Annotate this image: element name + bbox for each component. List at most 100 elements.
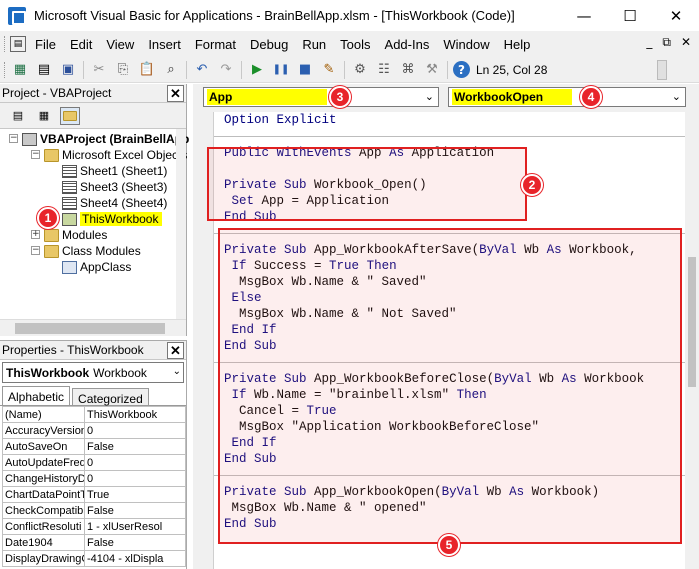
- property-row[interactable]: AccuracyVersion 0: [2, 422, 186, 439]
- save-icon[interactable]: ▣: [58, 60, 78, 80]
- redo-icon[interactable]: ↷: [216, 60, 236, 80]
- project-horizontal-scrollbar[interactable]: [0, 319, 186, 336]
- child-window-controls: _ ⧉ ✕: [646, 35, 699, 50]
- insert-module-icon[interactable]: ▤: [34, 60, 54, 80]
- property-value[interactable]: False: [84, 438, 186, 455]
- menu-bar: ▤ File Edit View Insert Format Debug Run…: [0, 31, 699, 57]
- properties-window-icon[interactable]: ☷: [374, 60, 394, 80]
- help-icon[interactable]: ?: [453, 61, 470, 78]
- property-row[interactable]: DisplayDrawingC -4104 - xlDispla: [2, 550, 186, 567]
- property-value[interactable]: 0: [84, 470, 186, 487]
- toolbar-separator: [83, 60, 84, 79]
- toolbar-options-icon[interactable]: [657, 60, 667, 80]
- menu-tools[interactable]: Tools: [333, 37, 377, 52]
- tree-excel-objects-folder[interactable]: Microsoft Excel Objects: [44, 147, 187, 163]
- child-close-button[interactable]: ✕: [681, 35, 691, 50]
- property-row[interactable]: ChartDataPointT True: [2, 486, 186, 503]
- properties-close-icon[interactable]: ✕: [167, 342, 184, 359]
- tree-modules-folder[interactable]: Modules: [44, 227, 107, 243]
- vba-project-icon: [22, 132, 37, 146]
- tree-this-workbook[interactable]: ThisWorkbook: [62, 211, 163, 227]
- property-row[interactable]: Date1904 False: [2, 534, 186, 551]
- property-name: (Name): [2, 406, 85, 423]
- object-type: Workbook: [93, 365, 147, 380]
- property-value[interactable]: False: [84, 502, 186, 519]
- code-window-icon[interactable]: ▤: [10, 36, 26, 52]
- break-icon[interactable]: ❚❚: [271, 60, 291, 80]
- close-window-button[interactable]: ✕: [653, 0, 699, 31]
- object-selector[interactable]: ThisWorkbook Workbook ⌄: [2, 362, 184, 383]
- property-value[interactable]: ThisWorkbook: [84, 406, 186, 423]
- collapse-icon[interactable]: −: [31, 150, 40, 159]
- tree-project-node[interactable]: VBAProject (BrainBellApp: [22, 131, 189, 147]
- property-row[interactable]: (Name) ThisWorkbook: [2, 406, 186, 423]
- property-row[interactable]: ChangeHistoryD 0: [2, 470, 186, 487]
- maximize-button[interactable]: ☐: [607, 0, 653, 31]
- menu-insert[interactable]: Insert: [141, 37, 188, 52]
- property-value[interactable]: 0: [84, 454, 186, 471]
- expand-icon[interactable]: +: [31, 230, 40, 239]
- folder-icon: [44, 148, 59, 162]
- view-object-icon[interactable]: ▦: [34, 107, 54, 125]
- highlight-box-declaration: [207, 147, 527, 221]
- menu-help[interactable]: Help: [497, 37, 538, 52]
- property-name: AccuracyVersion: [2, 422, 85, 439]
- menu-run[interactable]: Run: [295, 37, 333, 52]
- code-line[interactable]: Option Explicit: [224, 112, 685, 128]
- view-code-icon[interactable]: ▤: [8, 107, 28, 125]
- tree-sheet4[interactable]: Sheet4 (Sheet4): [62, 195, 167, 211]
- properties-header: Properties - ThisWorkbook ✕: [0, 341, 186, 360]
- minimize-button[interactable]: —: [561, 0, 607, 31]
- property-value[interactable]: 0: [84, 422, 186, 439]
- property-row[interactable]: AutoSaveOn False: [2, 438, 186, 455]
- tree-sheet1[interactable]: Sheet1 (Sheet1): [62, 163, 167, 179]
- undo-icon[interactable]: ↶: [192, 60, 212, 80]
- object-combo[interactable]: App ⌄: [203, 87, 439, 107]
- project-vertical-scrollbar[interactable]: [176, 129, 186, 319]
- reset-icon[interactable]: ■: [295, 60, 315, 80]
- find-icon[interactable]: ⌕: [161, 60, 181, 80]
- menu-format[interactable]: Format: [188, 37, 243, 52]
- property-name: CheckCompatibil: [2, 502, 85, 519]
- property-row[interactable]: ConflictResoluti 1 - xlUserResol: [2, 518, 186, 535]
- title-bar: Microsoft Visual Basic for Applications …: [0, 0, 699, 31]
- property-value[interactable]: True: [84, 486, 186, 503]
- project-explorer-close-icon[interactable]: ✕: [167, 85, 184, 102]
- scroll-thumb[interactable]: [15, 323, 165, 334]
- copy-icon[interactable]: ⎘: [113, 60, 133, 80]
- tree-sheet3[interactable]: Sheet3 (Sheet3): [62, 179, 167, 195]
- menu-view[interactable]: View: [99, 37, 141, 52]
- collapse-icon[interactable]: −: [9, 134, 18, 143]
- property-value[interactable]: 1 - xlUserResol: [84, 518, 186, 535]
- property-value[interactable]: -4104 - xlDispla: [84, 550, 186, 567]
- view-excel-icon[interactable]: ▦: [10, 60, 30, 80]
- run-icon[interactable]: ▶: [247, 60, 267, 80]
- child-restore-button[interactable]: ⧉: [662, 35, 671, 50]
- scroll-thumb[interactable]: [688, 257, 696, 387]
- object-browser-icon[interactable]: ⌘: [398, 60, 418, 80]
- project-explorer-icon[interactable]: ⚙: [350, 60, 370, 80]
- property-row[interactable]: AutoUpdateFreq 0: [2, 454, 186, 471]
- menu-window[interactable]: Window: [436, 37, 496, 52]
- tab-categorized[interactable]: Categorized: [72, 388, 149, 406]
- collapse-icon[interactable]: −: [31, 246, 40, 255]
- tree-class-modules-folder[interactable]: Class Modules: [44, 243, 141, 259]
- child-minimize-button[interactable]: _: [646, 35, 652, 50]
- code-vertical-scrollbar[interactable]: [685, 112, 699, 569]
- toggle-folders-icon[interactable]: [60, 106, 80, 125]
- tree-appclass[interactable]: AppClass: [62, 259, 131, 275]
- menu-file[interactable]: File: [28, 37, 63, 52]
- menu-debug[interactable]: Debug: [243, 37, 295, 52]
- project-tree: − VBAProject (BrainBellApp − Microsoft E…: [0, 129, 189, 319]
- paste-icon[interactable]: 📋: [137, 60, 157, 80]
- property-value[interactable]: False: [84, 534, 186, 551]
- project-explorer-title: Project - VBAProject: [2, 86, 112, 100]
- menu-edit[interactable]: Edit: [63, 37, 99, 52]
- cut-icon[interactable]: ✂: [89, 60, 109, 80]
- design-mode-icon[interactable]: ✎: [319, 60, 339, 80]
- property-row[interactable]: CheckCompatibil False: [2, 502, 186, 519]
- procedure-combo[interactable]: WorkbookOpen ⌄: [448, 87, 686, 107]
- toolbox-icon[interactable]: ⚒: [422, 60, 442, 80]
- menu-add-ins[interactable]: Add-Ins: [378, 37, 437, 52]
- tab-alphabetic[interactable]: Alphabetic: [2, 386, 71, 405]
